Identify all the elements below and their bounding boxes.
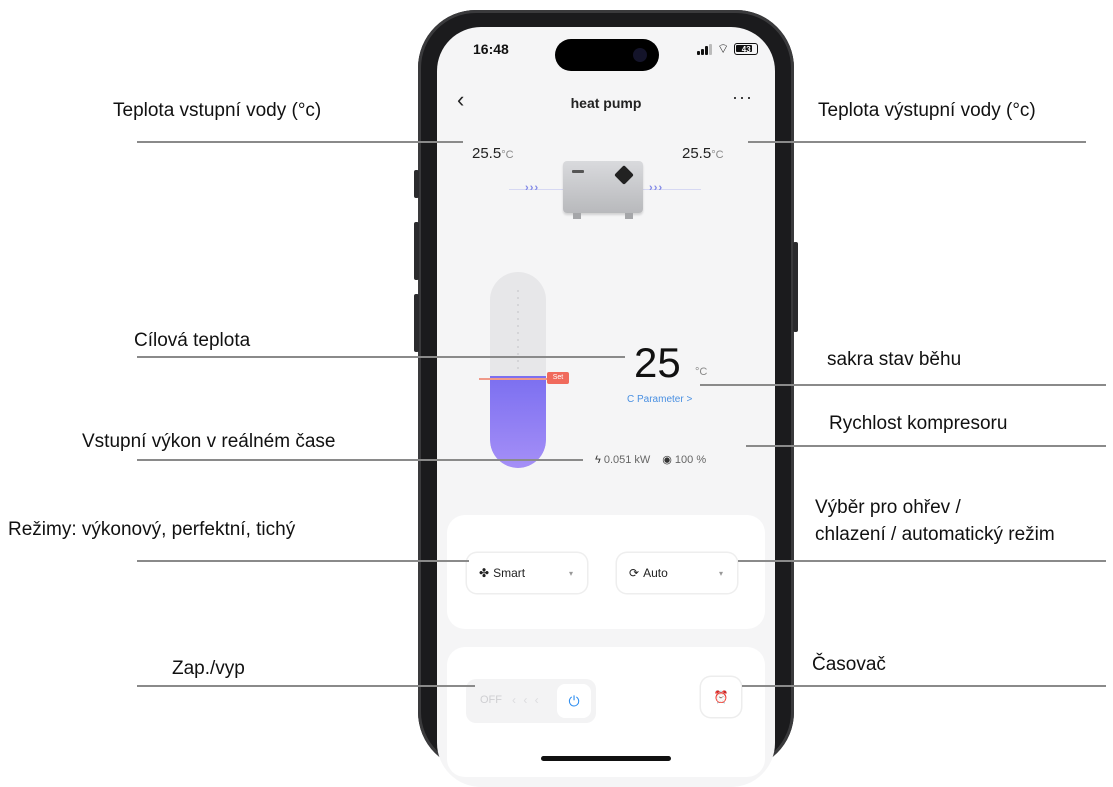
swipe-arrows-icon: ‹ ‹ ‹	[512, 693, 541, 707]
home-indicator	[541, 756, 671, 761]
timer-annotation: Časovač	[812, 654, 886, 675]
dynamic-island	[555, 39, 659, 71]
volume-up-button	[414, 222, 419, 280]
signal-icon	[697, 43, 712, 55]
target-temp-unit: °C	[695, 366, 708, 378]
set-point-tag: Set	[547, 372, 569, 384]
gauge-icon: ◉	[662, 454, 672, 466]
page-title: heat pump	[570, 95, 642, 111]
input-power-leader	[137, 459, 583, 461]
off-label: OFF	[480, 694, 502, 706]
battery-icon: 43	[734, 43, 759, 55]
power-stat-value: 0.051 kW	[603, 453, 651, 466]
compressor-speed-leader	[746, 445, 1106, 447]
inlet-temp-unit: °C	[501, 149, 514, 161]
power-icon: ⏻	[568, 693, 580, 709]
power-annotation: Zap./vyp	[172, 658, 245, 679]
target-temp-value: 25	[634, 339, 681, 386]
mode-select[interactable]: ✤ Smart ▾	[467, 553, 587, 593]
scale-dot	[517, 367, 519, 369]
fan-icon: ✤	[479, 566, 490, 580]
app-screen: 16:48 ⌔ 43 ‹ heat pump ··· 25.5°C 25.5°C…	[437, 27, 775, 787]
battery-level: 43	[741, 45, 751, 54]
scale-dot	[517, 311, 519, 313]
inlet-temp-value: 25.5	[472, 145, 502, 162]
compressor-stat: ◉ 100 %	[662, 453, 706, 466]
status-icons: ⌔ 43	[697, 41, 759, 56]
stats-row: ϟ 0.051 kW ◉ 100 %	[595, 453, 706, 467]
run-state-annotation: sakra stav běhu	[827, 349, 962, 370]
power-toggle[interactable]: OFF ‹ ‹ ‹ ⏻	[466, 679, 596, 723]
wifi-icon: ⌔	[717, 41, 730, 56]
more-options-button[interactable]: ···	[732, 87, 753, 108]
parameter-link[interactable]: C Parameter >	[627, 394, 692, 405]
outlet-temp: 25.5°C	[682, 145, 724, 162]
scale-dot	[517, 304, 519, 306]
compressor-stat-value: 100 %	[674, 454, 707, 466]
scale-dot	[517, 339, 519, 341]
power-leader	[137, 685, 475, 687]
status-time: 16:48	[473, 41, 509, 57]
auto-mode-icon: ⟳	[629, 566, 640, 580]
outlet-flow-arrows-icon: › › ›	[649, 182, 662, 194]
target-temp-leader	[137, 356, 625, 358]
timer-button[interactable]: ⏰	[701, 677, 741, 717]
outlet-temp-annotation: Teplota výstupní vody (°c)	[818, 100, 1036, 121]
scale-dot	[517, 290, 519, 292]
power-side-button	[793, 242, 798, 332]
outlet-temp-leader	[748, 141, 1086, 143]
temperature-slider[interactable]	[490, 272, 546, 468]
compressor-speed-annotation: Rychlost kompresoru	[829, 413, 1008, 434]
volume-down-button	[414, 294, 419, 352]
scale-dot	[517, 297, 519, 299]
mode-card: ✤ Smart ▾ ⟳ Auto ▾	[447, 515, 765, 629]
heat-cool-select-label: Auto	[643, 566, 668, 580]
input-power-annotation: Vstupní výkon v reálném čase	[82, 431, 336, 452]
scale-dot	[517, 332, 519, 334]
scale-dot	[517, 325, 519, 327]
temperature-slider-fill	[490, 375, 546, 468]
scale-dot	[517, 360, 519, 362]
heat-pump-unit-image	[563, 161, 643, 219]
scale-dot	[517, 353, 519, 355]
inlet-flow-arrows-icon: › › ›	[525, 182, 538, 194]
inlet-temp-annotation: Teplota vstupní vody (°c)	[113, 100, 322, 121]
scale-dot	[517, 318, 519, 320]
lightning-icon: ϟ	[595, 453, 601, 466]
modes-annotation: Režimy: výkonový, perfektní, tichý	[8, 519, 296, 540]
power-button[interactable]: ⏻	[557, 684, 591, 718]
inlet-temp: 25.5°C	[472, 145, 514, 162]
heat-cool-select[interactable]: ⟳ Auto ▾	[617, 553, 737, 593]
chevron-down-icon: ▾	[718, 568, 723, 578]
heat-cool-leader	[738, 560, 1106, 562]
inlet-temp-leader	[137, 141, 463, 143]
outlet-temp-unit: °C	[711, 149, 724, 161]
scale-dot	[517, 346, 519, 348]
action-button	[414, 170, 419, 198]
power-stat: ϟ 0.051 kW	[595, 454, 650, 466]
mode-select-label: Smart	[493, 566, 526, 580]
heat-cool-annotation-line2: chlazení / automatický režim	[815, 524, 1055, 545]
chevron-down-icon: ▾	[568, 568, 573, 578]
modes-leader	[137, 560, 469, 562]
phone-frame: 16:48 ⌔ 43 ‹ heat pump ··· 25.5°C 25.5°C…	[414, 10, 798, 787]
timer-leader	[742, 685, 1106, 687]
heat-cool-annotation-line1: Výběr pro ohřev /	[815, 497, 961, 518]
outlet-temp-value: 25.5	[682, 145, 712, 162]
target-temp-annotation: Cílová teplota	[134, 330, 251, 351]
run-state-leader	[700, 384, 1106, 386]
alarm-clock-icon: ⏰	[713, 690, 729, 704]
